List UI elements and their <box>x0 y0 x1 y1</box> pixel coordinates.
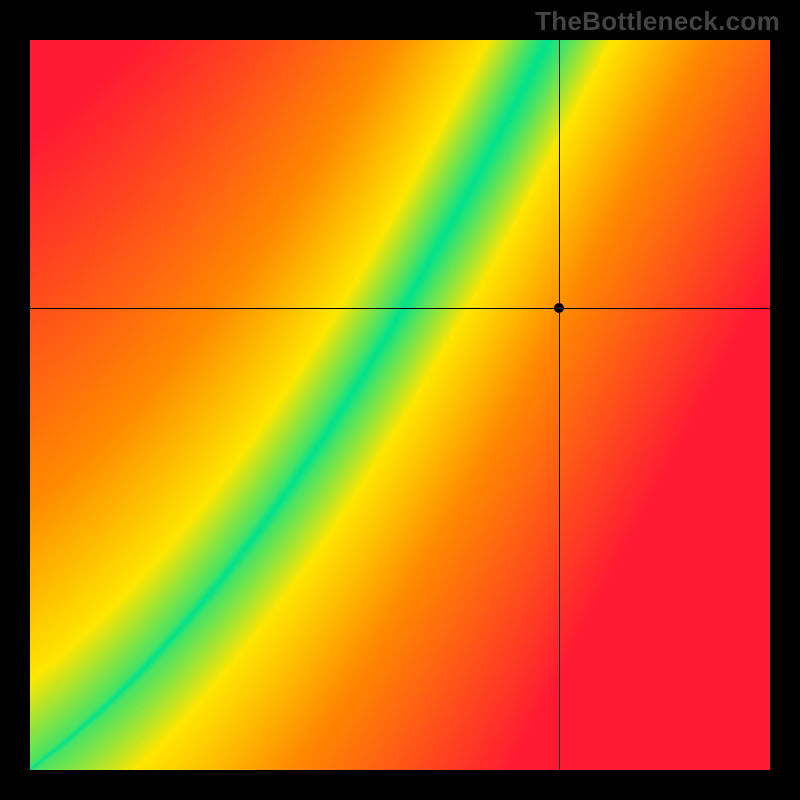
crosshair-vertical <box>559 40 560 770</box>
chart-frame: TheBottleneck.com <box>0 0 800 800</box>
heatmap-canvas <box>30 40 770 770</box>
watermark-text: TheBottleneck.com <box>535 6 780 37</box>
plot-area <box>30 40 770 770</box>
data-point-marker <box>554 303 564 313</box>
crosshair-horizontal <box>30 308 770 309</box>
